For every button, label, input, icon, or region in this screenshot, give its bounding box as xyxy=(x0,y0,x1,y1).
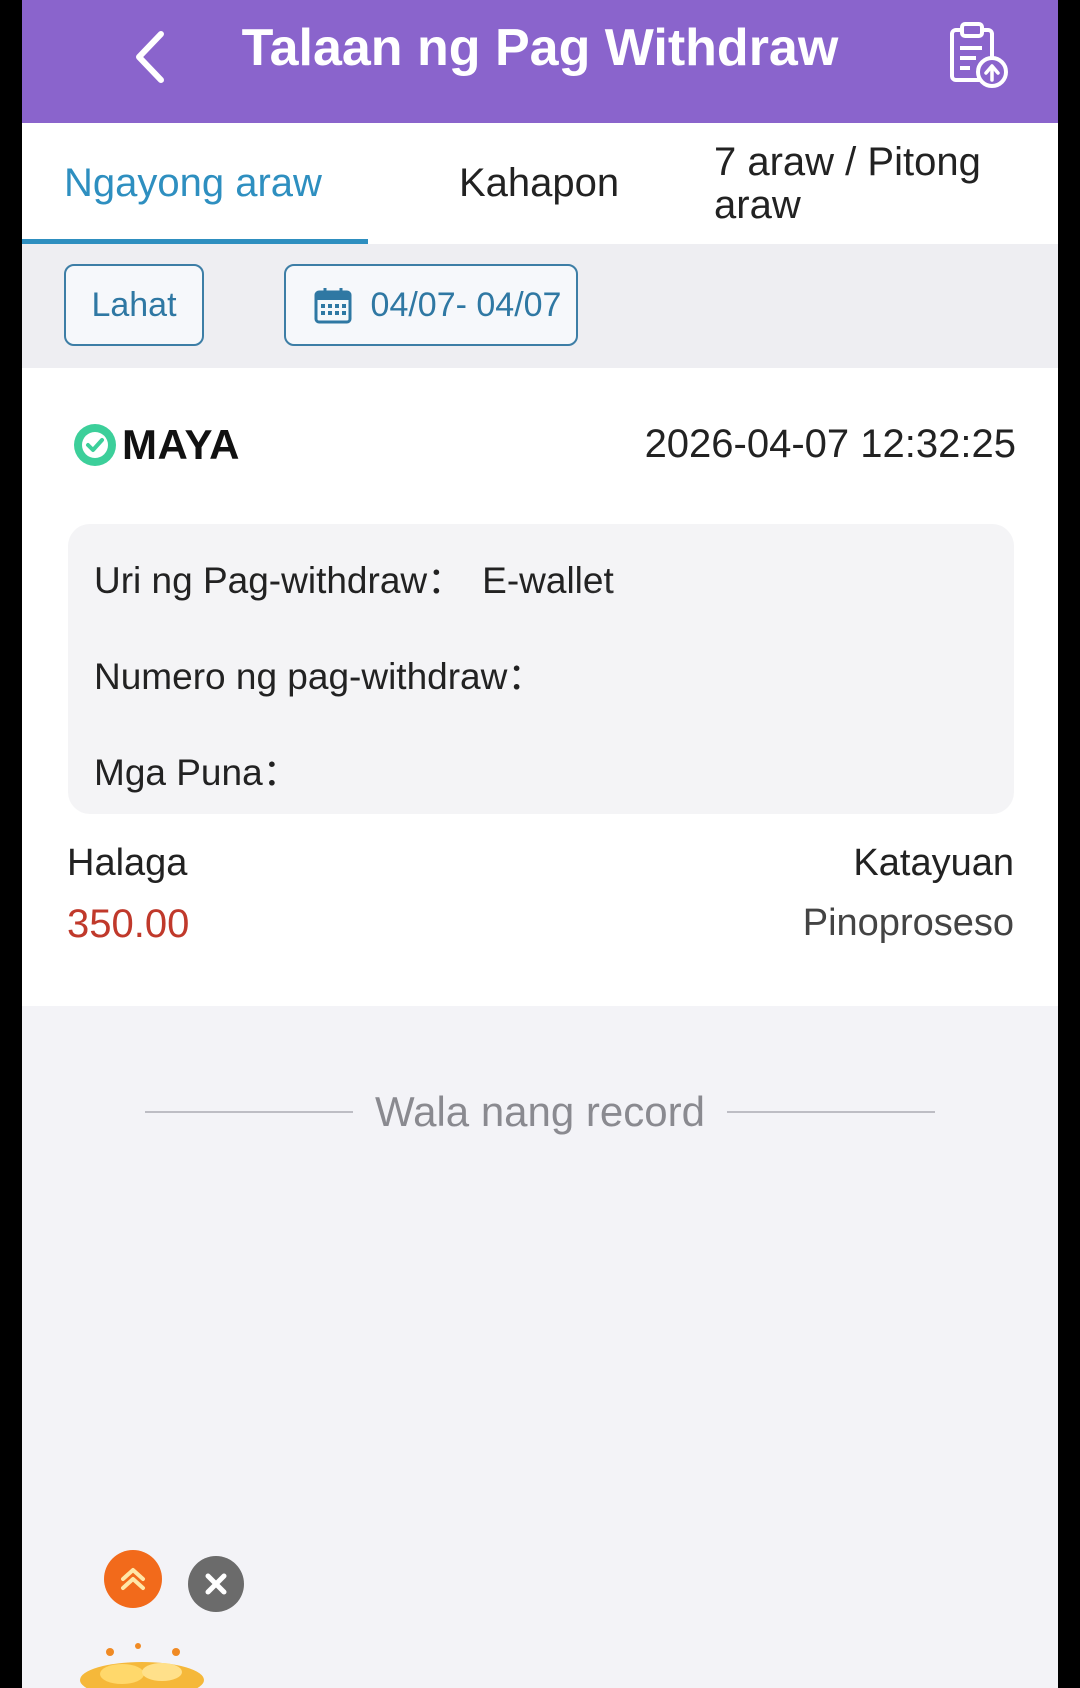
withdraw-type-row: Uri ng Pag-withdraw： E-wallet xyxy=(94,550,614,604)
withdraw-type-value: E-wallet xyxy=(482,560,614,601)
clipboard-upload-icon[interactable] xyxy=(942,20,1014,92)
scroll-top-button[interactable] xyxy=(104,1550,162,1608)
remarks-row: Mga Puna： xyxy=(94,742,300,796)
withdraw-history-screen: Talaan ng Pag Withdraw Ngayong araw Kaha… xyxy=(22,0,1058,1688)
filter-all-button[interactable]: Lahat xyxy=(64,264,204,346)
record-details: Uri ng Pag-withdraw： E-wallet Numero ng p… xyxy=(68,524,1014,814)
no-more-records-text: Wala nang record xyxy=(375,1088,705,1135)
promo-float-image[interactable] xyxy=(72,1640,212,1688)
provider-name: MAYA xyxy=(122,421,240,468)
date-tabs: Ngayong araw Kahapon 7 araw / Pitong ara… xyxy=(22,123,1058,244)
tab-seven-days[interactable]: 7 araw / Pitong araw xyxy=(714,123,1034,244)
withdraw-number-label: Numero ng pag-withdraw： xyxy=(94,656,545,697)
calendar-icon xyxy=(314,288,352,324)
withdraw-type-label: Uri ng Pag-withdraw： xyxy=(94,560,465,601)
date-range-label: 04/07- 04/07 xyxy=(370,285,562,324)
divider-left xyxy=(145,1111,354,1113)
record-datetime: 2026-04-07 12:32:25 xyxy=(644,422,1016,466)
amount-label: Halaga xyxy=(67,842,188,884)
app-header: Talaan ng Pag Withdraw xyxy=(22,0,1058,123)
amount-value: 350.00 xyxy=(67,902,190,946)
filter-bar: Lahat 04/07- 04/07 xyxy=(22,244,1058,368)
withdraw-number-row: Numero ng pag-withdraw： xyxy=(94,646,544,700)
no-more-records: Wala nang record xyxy=(22,1082,1058,1142)
maya-logo-icon xyxy=(74,424,116,466)
provider: MAYA xyxy=(72,420,240,470)
close-float-button[interactable] xyxy=(188,1556,244,1612)
page-title: Talaan ng Pag Withdraw xyxy=(241,19,839,77)
tab-today[interactable]: Ngayong araw xyxy=(64,123,364,244)
tab-yesterday[interactable]: Kahapon xyxy=(459,123,679,244)
redacted-number xyxy=(576,628,896,718)
withdraw-record-card[interactable]: MAYA 2026-04-07 12:32:25 Uri ng Pag-with… xyxy=(22,368,1058,1006)
remarks-label: Mga Puna： xyxy=(94,752,300,793)
date-range-picker[interactable]: 04/07- 04/07 xyxy=(284,264,578,346)
divider-right xyxy=(726,1111,935,1113)
status-label: Katayuan xyxy=(853,842,1014,884)
close-icon xyxy=(205,1573,227,1595)
status-value: Pinoproseso xyxy=(802,902,1014,944)
filter-all-label: Lahat xyxy=(91,285,177,324)
